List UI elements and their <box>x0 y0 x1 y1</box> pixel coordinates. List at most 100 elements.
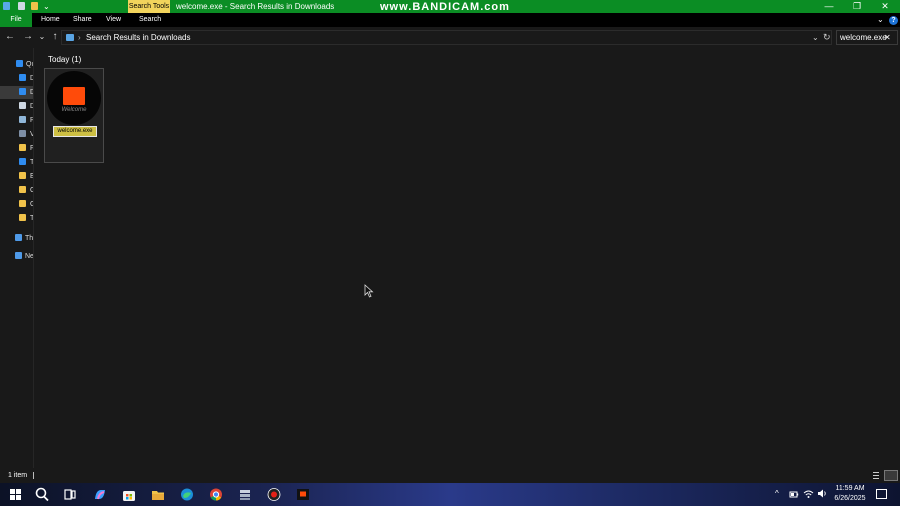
folder-icon <box>19 172 26 179</box>
details-view-icon[interactable] <box>872 471 880 480</box>
sidebar-item-folder-g1[interactable]: G <box>0 184 33 197</box>
breadcrumb-separator[interactable]: › <box>78 31 81 44</box>
recent-locations-button[interactable]: ⌄ <box>36 30 48 44</box>
start-icon[interactable] <box>7 487 23 502</box>
sidebar-item-music[interactable]: T <box>0 156 34 169</box>
sidebar-item-network[interactable]: Ne <box>0 250 34 263</box>
folder-icon <box>19 186 26 193</box>
taskbar: ^ 11:59 AM 6/26/2025 <box>0 483 900 506</box>
clock-date[interactable]: 6/26/2025 <box>831 495 869 502</box>
ribbon-tab-bar: File Home Share View Search ⌄ ? <box>0 13 900 27</box>
file-name-label[interactable]: welcome.exe <box>53 126 97 137</box>
sidebar-item-label: V <box>30 128 33 141</box>
back-button[interactable]: ← <box>4 30 16 44</box>
tab-search[interactable]: Search <box>139 13 161 27</box>
sidebar-item-label: P <box>30 114 33 127</box>
file-item[interactable]: Welcome welcome.exe <box>44 68 104 163</box>
sidebar-item-label: F <box>30 145 34 152</box>
sidebar-item-label: T <box>30 159 34 166</box>
task-view-icon[interactable] <box>62 487 78 502</box>
help-icon[interactable]: ? <box>889 16 898 25</box>
address-bar[interactable]: › Search Results in Downloads ⌄ ↻ <box>61 30 832 45</box>
up-button[interactable]: ↑ <box>49 30 61 44</box>
quick-access-dropdown-icon[interactable]: ⌄ <box>43 0 50 13</box>
tab-view[interactable]: View <box>106 13 121 27</box>
refresh-icon[interactable]: ↻ <box>823 31 831 44</box>
expand-ribbon-icon[interactable]: ⌄ <box>877 13 884 27</box>
documents-icon <box>19 102 26 109</box>
navigation-pane: Qu D D D P V F T E G G T <box>0 48 34 468</box>
sidebar-item-label: G <box>30 198 33 211</box>
search-input-value[interactable]: welcome.exe <box>840 31 887 44</box>
sidebar-item-folder-t[interactable]: T <box>0 212 33 225</box>
search-icon[interactable] <box>34 487 50 502</box>
mouse-cursor-icon <box>364 284 374 298</box>
folder-icon <box>19 144 26 151</box>
address-row: ← → ⌄ ↑ › Search Results in Downloads ⌄ … <box>0 28 900 47</box>
sidebar-item-downloads[interactable]: D <box>0 86 33 99</box>
search-tools-context-tab[interactable]: Search Tools <box>128 0 170 13</box>
properties-icon[interactable] <box>18 2 25 10</box>
this-pc-icon <box>15 234 22 241</box>
file-list[interactable]: Today (1) Welcome welcome.exe <box>35 48 900 468</box>
sidebar-item-label: E <box>30 170 33 183</box>
volume-icon[interactable] <box>817 488 828 499</box>
edge-icon[interactable] <box>179 487 195 502</box>
sidebar-item-label: Qu <box>26 61 33 68</box>
storage-app-icon[interactable] <box>237 487 253 502</box>
sidebar-item-documents[interactable]: D <box>0 100 33 113</box>
sidebar-item-label: Ne <box>25 253 34 260</box>
sidebar-item-folder-f[interactable]: F <box>0 142 34 155</box>
tab-home[interactable]: Home <box>41 13 60 27</box>
sidebar-item-label: D <box>30 86 33 99</box>
maximize-button[interactable]: ❐ <box>844 0 870 13</box>
chrome-icon[interactable] <box>208 487 224 502</box>
breadcrumb[interactable]: Search Results in Downloads <box>86 31 191 44</box>
sidebar-item-folder-e[interactable]: E <box>0 170 33 183</box>
sidebar-item-label: D <box>30 72 33 85</box>
show-hidden-icons-icon[interactable]: ^ <box>775 488 779 500</box>
folder-icon <box>19 214 26 221</box>
music-icon <box>19 158 26 165</box>
file-explorer-icon[interactable] <box>150 487 166 502</box>
clock-time[interactable]: 11:59 AM <box>833 485 867 492</box>
item-count: 1 item <box>8 472 28 479</box>
tab-share[interactable]: Share <box>73 13 92 27</box>
sidebar-item-this-pc[interactable]: Th <box>0 232 34 245</box>
forward-button[interactable]: → <box>22 30 34 44</box>
videos-icon <box>19 130 26 137</box>
welcome-app-icon[interactable] <box>295 487 311 502</box>
sidebar-item-pictures[interactable]: P <box>0 114 33 127</box>
star-icon <box>16 60 23 67</box>
close-button[interactable]: ✕ <box>872 0 898 13</box>
sidebar-item-label: G <box>30 184 33 197</box>
store-icon[interactable] <box>121 487 137 502</box>
tab-file[interactable]: File <box>0 13 32 27</box>
new-folder-icon[interactable] <box>31 2 38 10</box>
sidebar-item-folder-g2[interactable]: G <box>0 198 33 211</box>
battery-icon[interactable] <box>789 489 799 499</box>
wifi-icon[interactable] <box>803 488 814 499</box>
bandicam-icon[interactable] <box>266 487 282 502</box>
search-input[interactable]: welcome.exe ✕ <box>836 30 898 45</box>
search-folder-icon <box>66 34 74 41</box>
status-bar: 1 item <box>0 468 900 483</box>
sidebar-item-desktop[interactable]: D <box>0 72 33 85</box>
group-header[interactable]: Today (1) <box>48 55 81 64</box>
network-icon <box>15 252 22 259</box>
address-dropdown-icon[interactable]: ⌄ <box>812 31 819 44</box>
sidebar-item-label: Th <box>25 235 34 242</box>
title-bar: ⌄ Search Tools welcome.exe - Search Resu… <box>0 0 900 13</box>
copilot-icon[interactable] <box>92 487 108 502</box>
pictures-icon <box>19 116 26 123</box>
thumbnail-signature: Welcome <box>61 107 87 113</box>
sidebar-item-videos[interactable]: V <box>0 128 33 141</box>
file-thumbnail[interactable]: Welcome <box>47 71 101 125</box>
sidebar-item-quick-access[interactable]: Qu <box>0 58 33 71</box>
notification-center-icon[interactable] <box>876 489 887 499</box>
minimize-button[interactable]: — <box>816 0 842 13</box>
large-icons-view-icon[interactable] <box>884 470 898 481</box>
status-divider <box>33 472 34 479</box>
clear-search-icon[interactable]: ✕ <box>884 31 891 44</box>
exe-app-icon <box>63 87 85 105</box>
